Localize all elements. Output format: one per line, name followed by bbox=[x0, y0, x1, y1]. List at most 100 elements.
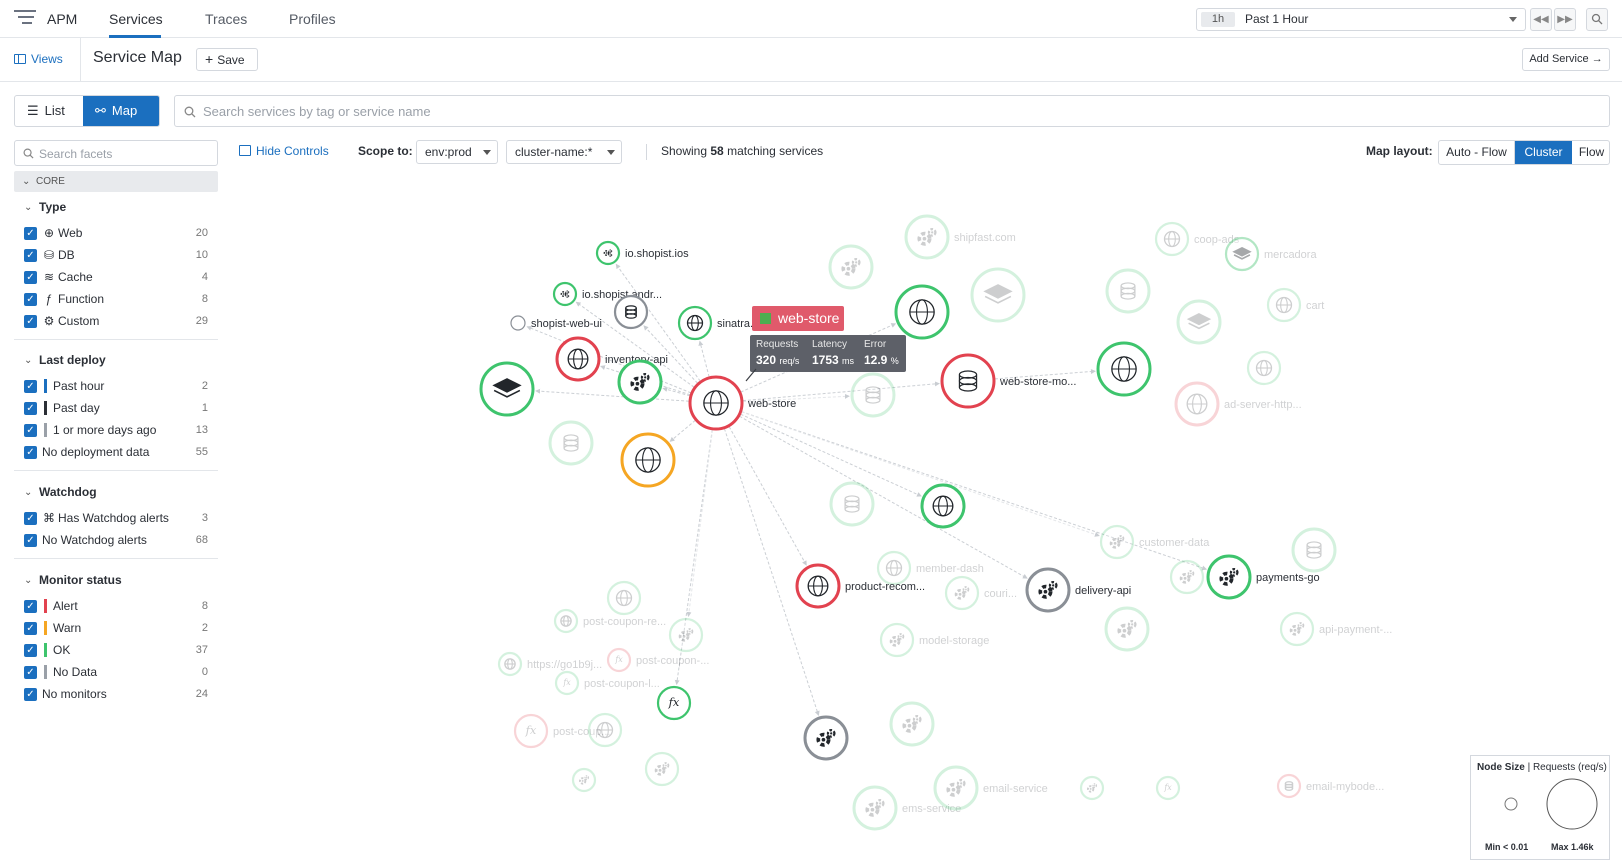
facet-item[interactable]: ✓ Alert 8 bbox=[24, 598, 208, 616]
service-node-f18[interactable] bbox=[1169, 559, 1205, 595]
service-node-f23[interactable]: model-storage bbox=[879, 622, 989, 658]
service-node-f9[interactable] bbox=[1176, 299, 1222, 345]
save-button[interactable]: + Save bbox=[196, 48, 258, 71]
checkbox[interactable]: ✓ bbox=[24, 644, 37, 657]
service-search-input[interactable]: Search services by tag or service name bbox=[174, 95, 1610, 127]
facet-section-header[interactable]: ⌄ Monitor status bbox=[24, 573, 122, 587]
map-view-button[interactable]: ⚯ Map bbox=[83, 96, 159, 126]
service-node-cache-left[interactable] bbox=[479, 361, 535, 417]
facet-item[interactable]: ✓ No Data 0 bbox=[24, 664, 208, 682]
facet-item[interactable]: ✓ OK 37 bbox=[24, 642, 208, 660]
service-node-shopist-web-ui[interactable]: shopist-web-ui bbox=[510, 315, 602, 331]
checkbox[interactable]: ✓ bbox=[24, 424, 37, 437]
service-node-f33[interactable] bbox=[644, 751, 680, 787]
service-node-f19[interactable] bbox=[1291, 527, 1337, 573]
service-node-f22[interactable] bbox=[668, 617, 704, 653]
facet-item[interactable]: ✓ No deployment data 55 bbox=[24, 444, 208, 462]
service-node-f11[interactable]: ad-server-http... bbox=[1174, 381, 1302, 427]
checkbox[interactable]: ✓ bbox=[24, 293, 37, 306]
service-node-f6[interactable]: mercadora bbox=[1224, 236, 1317, 272]
facet-item[interactable]: ✓ ⛁ DB 10 bbox=[24, 247, 208, 265]
checkbox[interactable]: ✓ bbox=[24, 600, 37, 613]
layout-cluster-button[interactable]: Cluster bbox=[1515, 141, 1572, 164]
service-node-f30[interactable] bbox=[587, 712, 623, 748]
service-node-f37[interactable]: fx bbox=[1155, 775, 1181, 801]
facet-section-header[interactable]: ⌄ Type bbox=[24, 200, 66, 214]
facet-item[interactable]: ✓ Warn 2 bbox=[24, 620, 208, 638]
layout-auto-flow-button[interactable]: Auto - Flow bbox=[1439, 141, 1515, 164]
service-node-f20[interactable] bbox=[606, 580, 642, 616]
checkbox[interactable]: ✓ bbox=[24, 227, 37, 240]
checkbox[interactable]: ✓ bbox=[24, 380, 37, 393]
fast-forward-button[interactable]: ▶▶ bbox=[1554, 8, 1576, 31]
service-node-f1[interactable]: shipfast.com bbox=[904, 214, 1016, 260]
facet-item[interactable]: ✓ 1 or more days ago 13 bbox=[24, 422, 208, 440]
facet-section-header[interactable]: ⌄ Watchdog bbox=[24, 485, 97, 499]
service-node-f24[interactable] bbox=[1104, 606, 1150, 652]
service-node-f36[interactable] bbox=[1079, 775, 1105, 801]
checkbox[interactable]: ✓ bbox=[24, 688, 37, 701]
service-node-f14[interactable] bbox=[829, 481, 875, 527]
service-node-f8[interactable]: cart bbox=[1266, 287, 1324, 323]
service-node-db-top[interactable] bbox=[613, 294, 649, 330]
service-node-delivery-api[interactable]: delivery-api bbox=[1025, 567, 1131, 613]
service-node-f2[interactable] bbox=[828, 244, 874, 290]
service-node-f25[interactable]: api-payment-... bbox=[1279, 611, 1392, 647]
service-node-f38[interactable]: email-mybode... bbox=[1276, 773, 1384, 799]
checkbox[interactable]: ✓ bbox=[24, 622, 37, 635]
service-node-f26[interactable]: https://go1b9j... bbox=[497, 651, 602, 677]
service-node-custom-inv[interactable] bbox=[617, 359, 663, 405]
facet-item[interactable]: ✓ ⊕ Web 20 bbox=[24, 225, 208, 243]
facet-item[interactable]: ✓ No monitors 24 bbox=[24, 686, 208, 704]
service-node-f28[interactable]: fx post-coupon-l... bbox=[554, 670, 660, 696]
service-node-f3[interactable] bbox=[970, 267, 1026, 323]
facet-section-header[interactable]: ⌄ Last deploy bbox=[24, 353, 106, 367]
facet-search-input[interactable]: Search facets bbox=[14, 140, 218, 166]
zoom-button[interactable] bbox=[1586, 8, 1608, 31]
cluster-select[interactable]: cluster-name:* bbox=[506, 140, 622, 164]
checkbox[interactable]: ✓ bbox=[24, 402, 37, 415]
checkbox[interactable]: ✓ bbox=[24, 315, 37, 328]
checkbox[interactable]: ✓ bbox=[24, 666, 37, 679]
service-node-f17[interactable]: customer-data bbox=[1099, 524, 1210, 560]
facet-item[interactable]: ✓ No Watchdog alerts 68 bbox=[24, 532, 208, 550]
service-node-f31[interactable] bbox=[889, 701, 935, 747]
service-node-f13[interactable] bbox=[548, 420, 594, 466]
facet-item[interactable]: ✓ Past day 1 bbox=[24, 400, 208, 418]
list-view-button[interactable]: ☰ List bbox=[15, 96, 83, 126]
service-node-f16[interactable]: couri... bbox=[944, 575, 1017, 611]
service-node-f21[interactable]: post-coupon-re... bbox=[553, 608, 666, 634]
service-node-web-mid[interactable] bbox=[920, 483, 966, 529]
tab-services[interactable]: Services bbox=[109, 11, 163, 27]
service-node-custom-low[interactable] bbox=[803, 715, 849, 761]
checkbox[interactable]: ✓ bbox=[24, 446, 37, 459]
time-range-picker[interactable]: 1h Past 1 Hour bbox=[1196, 8, 1526, 31]
facet-item[interactable]: ✓ ⚙ Custom 29 bbox=[24, 313, 208, 331]
facet-item[interactable]: ✓ Past hour 2 bbox=[24, 378, 208, 396]
service-node-f32[interactable] bbox=[571, 767, 597, 793]
checkbox[interactable]: ✓ bbox=[24, 249, 37, 262]
service-node-fn-low[interactable]: fx bbox=[656, 685, 692, 721]
tab-profiles[interactable]: Profiles bbox=[289, 11, 336, 27]
core-group-header[interactable]: ⌄ CORE bbox=[14, 171, 218, 192]
views-button[interactable]: Views bbox=[14, 52, 63, 66]
service-node-f35[interactable]: email-service bbox=[933, 765, 1048, 811]
service-map-canvas[interactable]: shipfast.com coop-adsmercadoracartad-serv… bbox=[228, 175, 1622, 865]
service-node-web-warn[interactable] bbox=[620, 432, 676, 488]
layout-flow-button[interactable]: Flow bbox=[1572, 141, 1609, 164]
service-node-web-store-mo[interactable]: web-store-mo... bbox=[940, 353, 1076, 409]
rewind-button[interactable]: ◀◀ bbox=[1530, 8, 1552, 31]
menu-icon[interactable] bbox=[14, 10, 36, 26]
checkbox[interactable]: ✓ bbox=[24, 512, 37, 525]
checkbox[interactable]: ✓ bbox=[24, 534, 37, 547]
service-node-f10[interactable] bbox=[1246, 350, 1282, 386]
service-node-sinatra[interactable]: sinatra... bbox=[677, 305, 759, 341]
service-node-f7[interactable] bbox=[1105, 268, 1151, 314]
service-node-io-shopist-andr[interactable]: io.shopist.andr... bbox=[552, 281, 662, 307]
service-node-io-shopist-ios[interactable]: io.shopist.ios bbox=[595, 240, 689, 266]
service-node-web-store[interactable]: web-store bbox=[688, 375, 796, 431]
add-service-button[interactable]: Add Service → bbox=[1522, 48, 1610, 71]
hide-controls-button[interactable]: Hide Controls bbox=[239, 144, 329, 158]
service-node-f12[interactable] bbox=[850, 372, 896, 418]
service-node-web-right[interactable] bbox=[1096, 341, 1152, 397]
